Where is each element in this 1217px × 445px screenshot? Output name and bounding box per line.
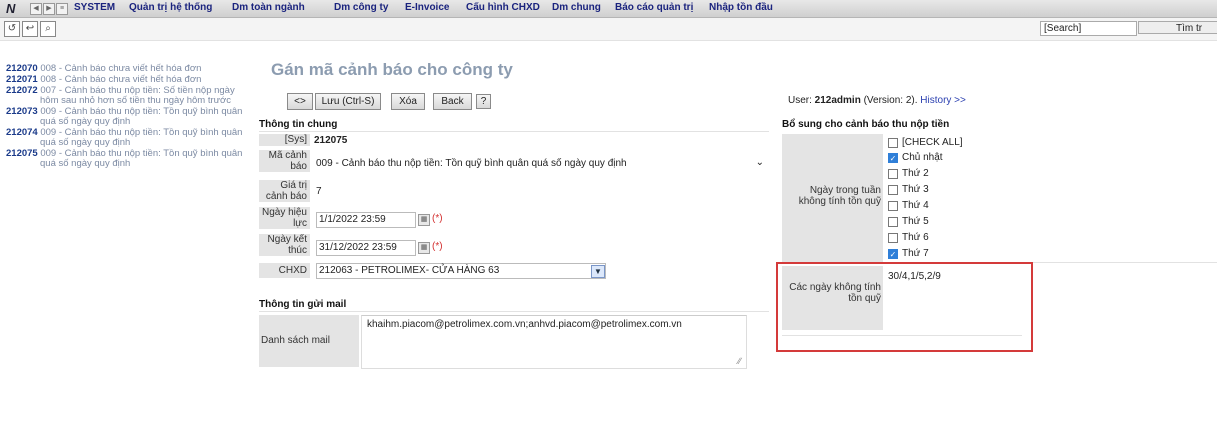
- top-menu-bar: N ◀ ▶ ≡ SYSTEM Quản trị hệ thống Dm toàn…: [0, 0, 1217, 18]
- checkbox-tuesday[interactable]: [888, 185, 898, 195]
- item-text: hôm sau nhỏ hơn số tiền thu ngày hôm trư…: [40, 95, 231, 106]
- start-date-input[interactable]: 1/1/2022 23:59: [316, 212, 416, 228]
- item-code: 212071: [6, 74, 38, 85]
- checkbox-label: Thứ 7: [902, 248, 929, 259]
- code-label: Mã cảnh báo: [259, 150, 310, 172]
- general-heading: Thông tin chung: [259, 119, 338, 130]
- mail-heading: Thông tin gửi mail: [259, 299, 347, 310]
- delete-button[interactable]: Xóa: [391, 93, 425, 110]
- start-label: Ngày hiệu lực: [259, 207, 310, 229]
- required-mark: (*): [432, 241, 443, 252]
- end-date-input[interactable]: 31/12/2022 23:59: [316, 240, 416, 256]
- checkbox-sunday[interactable]: ✓: [888, 153, 898, 163]
- code-value: 009 - Cảnh báo thu nộp tiền: Tồn quỹ bìn…: [316, 158, 627, 169]
- menu-reports[interactable]: Báo cáo quản trị: [615, 2, 693, 13]
- checkbox-check-all[interactable]: [888, 138, 898, 148]
- toggle-button[interactable]: <>: [287, 93, 313, 110]
- item-text: quá số ngày quy định: [40, 158, 131, 169]
- highlight-box: [776, 262, 1033, 352]
- zoom-icon[interactable]: ⌕: [40, 21, 56, 37]
- help-icon[interactable]: ?: [476, 94, 491, 109]
- chevron-down-icon: ⌄: [755, 157, 764, 168]
- item-text: 008 - Cảnh báo chưa viết hết hóa đơn: [40, 74, 202, 85]
- extra-heading: Bổ sung cho cảnh báo thu nộp tiền: [782, 119, 950, 130]
- user-prefix: User:: [788, 95, 815, 106]
- menu-opening-balance[interactable]: Nhập tồn đầu: [709, 2, 773, 13]
- list-item[interactable]: 212073 009 - Cảnh báo thu nộp tiền: Tồn …: [6, 107, 264, 127]
- end-label: Ngày kết thúc: [259, 234, 310, 256]
- item-code: 212070: [6, 63, 38, 74]
- nav-list-icon[interactable]: ≡: [56, 3, 68, 15]
- code-select[interactable]: 009 - Cảnh báo thu nộp tiền: Tồn quỹ bìn…: [316, 157, 768, 169]
- checkbox-wednesday[interactable]: [888, 201, 898, 211]
- item-text: quá số ngày quy định: [40, 137, 131, 148]
- checkbox-label: [CHECK ALL]: [902, 137, 963, 148]
- list-item[interactable]: 212072 007 - Cảnh báo thu nộp tiền: Số t…: [6, 86, 264, 106]
- calendar-icon[interactable]: ▦: [418, 242, 430, 254]
- item-text: 008 - Cảnh báo chưa viết hết hóa đơn: [40, 63, 202, 74]
- checkbox-label: Thứ 3: [902, 184, 929, 195]
- checkbox-label: Thứ 6: [902, 232, 929, 243]
- page-title: Gán mã cảnh báo cho công ty: [271, 60, 513, 79]
- item-text: quá số ngày quy định: [40, 116, 131, 127]
- checkbox-saturday[interactable]: ✓: [888, 249, 898, 259]
- chxd-label: CHXD: [259, 263, 310, 278]
- app-logo: N: [6, 1, 16, 16]
- search-button[interactable]: Tìm tr: [1138, 21, 1217, 34]
- divider: [259, 131, 769, 132]
- checkbox-monday[interactable]: [888, 169, 898, 179]
- back-button[interactable]: Back: [433, 93, 472, 110]
- required-mark: (*): [432, 213, 443, 224]
- checkbox-label: Chủ nhật: [902, 152, 943, 163]
- checkbox-thursday[interactable]: [888, 217, 898, 227]
- list-item[interactable]: 212075 009 - Cảnh báo thu nộp tiền: Tồn …: [6, 149, 264, 169]
- menu-common-catalog[interactable]: Dm chung: [552, 2, 601, 13]
- mail-list-textarea[interactable]: khaihm.piacom@petrolimex.com.vn;anhvd.pi…: [361, 315, 747, 369]
- chxd-select[interactable]: 212063 - PETROLIMEX- CỬA HÀNG 63: [316, 263, 606, 279]
- weekday-label: Ngày trong tuần không tính tồn quỹ: [782, 134, 883, 262]
- save-button[interactable]: Lưu (Ctrl-S): [315, 93, 381, 110]
- divider: [259, 311, 769, 312]
- sys-value: 212075: [314, 135, 348, 146]
- back-icon[interactable]: ↩: [22, 21, 38, 37]
- nav-back-icon[interactable]: ◀: [30, 3, 42, 15]
- menu-chxd-config[interactable]: Cấu hình CHXD: [466, 2, 540, 13]
- warn-value[interactable]: 7: [316, 186, 322, 197]
- checkbox-label: Thứ 2: [902, 168, 929, 179]
- menu-admin[interactable]: Quản trị hệ thống: [129, 2, 212, 13]
- nav-forward-icon[interactable]: ▶: [43, 3, 55, 15]
- user-info: User: 212admin (Version: 2). History >>: [788, 95, 966, 106]
- menu-einvoice[interactable]: E-Invoice: [405, 2, 449, 13]
- user-name: 212admin: [814, 95, 861, 106]
- list-item[interactable]: 212071 008 - Cảnh báo chưa viết hết hóa …: [6, 75, 264, 85]
- checkbox-friday[interactable]: [888, 233, 898, 243]
- chevron-down-icon[interactable]: ▼: [591, 265, 605, 278]
- calendar-icon[interactable]: ▦: [418, 214, 430, 226]
- toolbar: ↺ ↩ ⌕ [Search] Tìm tr: [0, 18, 1217, 41]
- checkbox-label: Thứ 4: [902, 200, 929, 211]
- menu-industry-catalog[interactable]: Dm toàn ngành: [232, 2, 305, 13]
- search-input[interactable]: [Search]: [1040, 21, 1137, 36]
- list-item[interactable]: 212074 009 - Cảnh báo thu nộp tiền: Tồn …: [6, 128, 264, 148]
- mail-list-value: khaihm.piacom@petrolimex.com.vn;anhvd.pi…: [367, 319, 682, 330]
- checkbox-label: Thứ 5: [902, 216, 929, 227]
- mail-list-label: Danh sách mail: [259, 315, 359, 367]
- menu-system[interactable]: SYSTEM: [74, 2, 115, 13]
- sys-label: [Sys]: [259, 134, 310, 146]
- history-link[interactable]: History >>: [920, 95, 966, 106]
- menu-company-catalog[interactable]: Dm công ty: [334, 2, 388, 13]
- list-item[interactable]: 212070 008 - Cảnh báo chưa viết hết hóa …: [6, 64, 264, 74]
- version-text: (Version: 2).: [860, 95, 921, 106]
- refresh-icon[interactable]: ↺: [4, 21, 20, 37]
- resize-handle-icon[interactable]: ∕∕: [738, 356, 741, 366]
- warn-label: Giá trị cảnh báo: [259, 180, 310, 202]
